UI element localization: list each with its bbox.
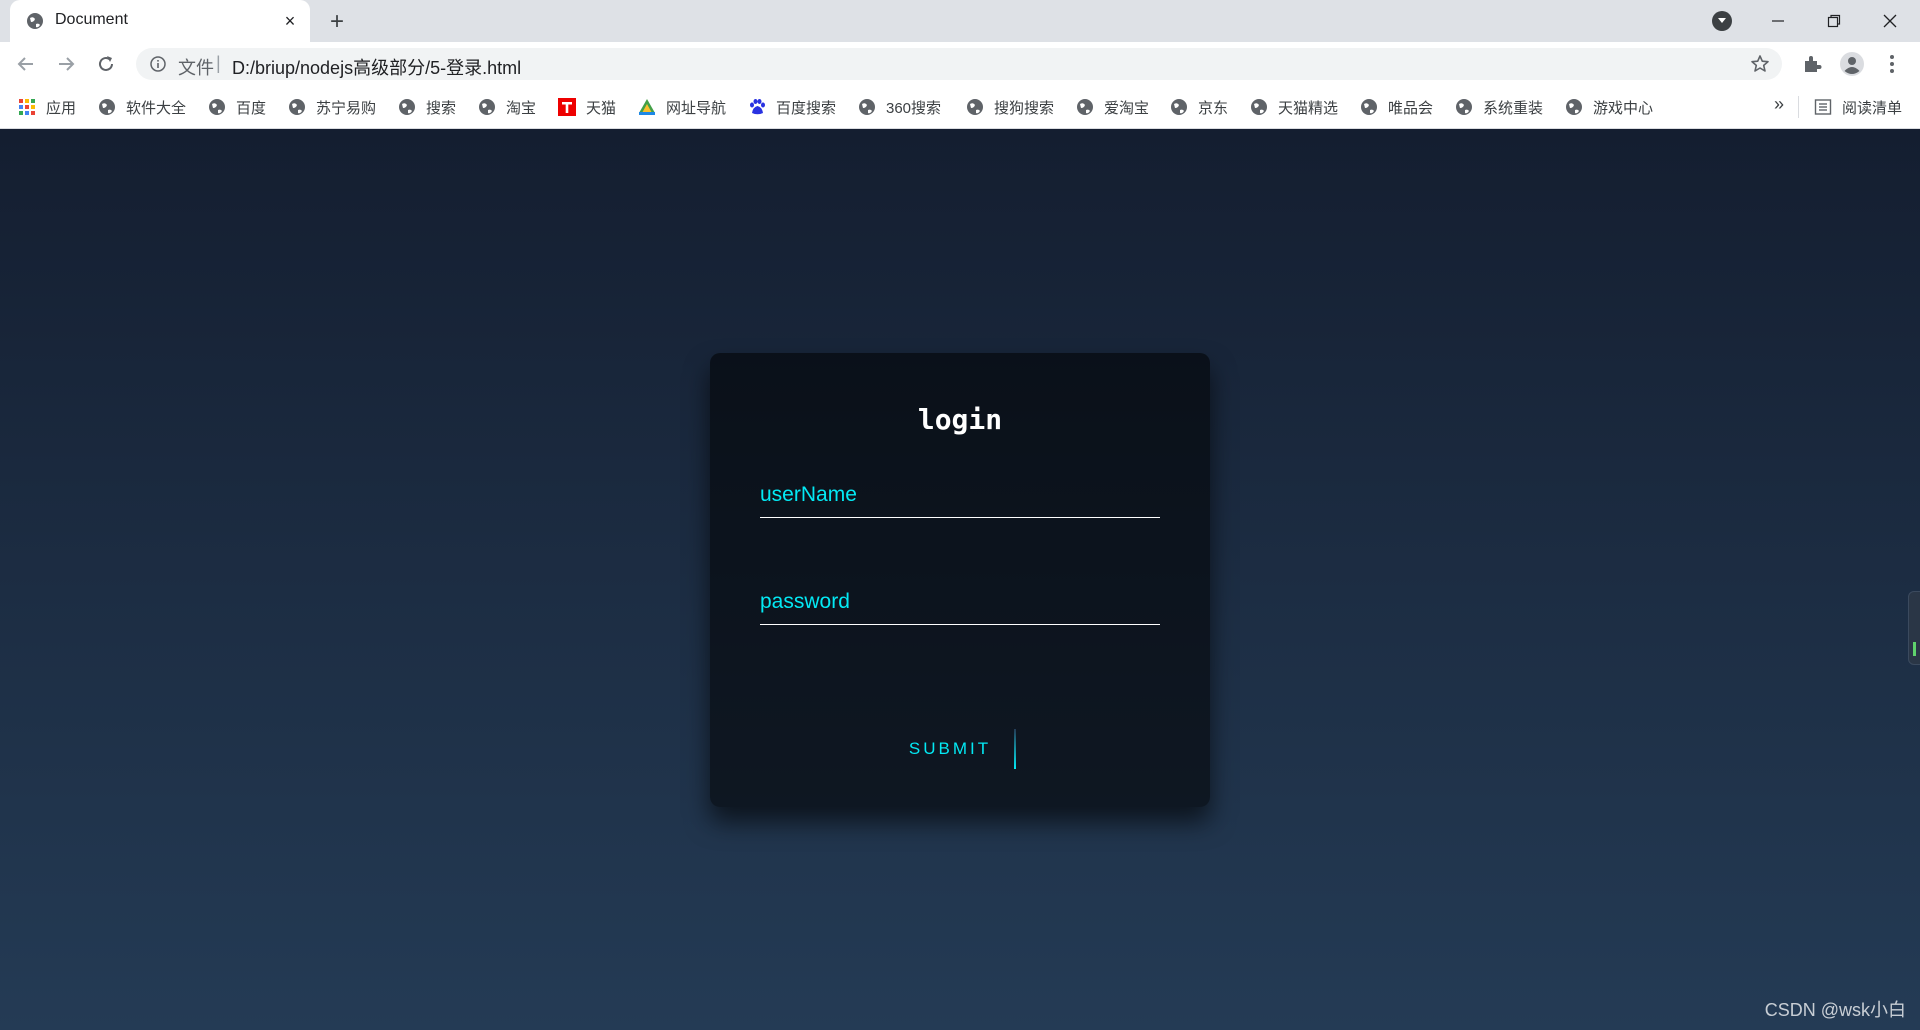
tab-search-icon[interactable] <box>1712 11 1732 31</box>
navigation-icon <box>639 99 655 115</box>
bookmark-apps[interactable]: 应用 <box>18 97 76 117</box>
reading-list-label: 阅读清单 <box>1842 99 1903 117</box>
bookmark-item[interactable]: 天猫精选 <box>1250 97 1338 117</box>
bookmark-label: 淘宝 <box>506 99 537 117</box>
restore-icon[interactable] <box>1808 0 1860 42</box>
bookmark-item[interactable]: 游戏中心 <box>1565 97 1653 117</box>
bookmark-item[interactable]: 网址导航 <box>638 97 726 117</box>
minimize-icon[interactable] <box>1752 0 1804 42</box>
bookmark-item[interactable]: 360搜索 <box>858 97 941 117</box>
username-label: userName <box>760 483 857 506</box>
bookmark-label: 软件大全 <box>126 99 187 117</box>
bookmark-label: 京东 <box>1198 99 1229 117</box>
address-bar[interactable]: 文件 | D:/briup/nodejs高级部分/5-登录.html <box>136 48 1782 80</box>
bookmark-star-icon[interactable] <box>1750 54 1770 74</box>
globe-icon <box>1456 99 1472 115</box>
watermark: CSDN @wsk小白 <box>1764 1000 1906 1020</box>
username-field[interactable]: userName <box>760 477 1160 518</box>
bookmark-item[interactable]: 搜索 <box>398 97 456 117</box>
file-scheme-label: 文件 <box>178 58 214 78</box>
bookmarks-divider <box>1798 96 1799 118</box>
bookmark-item[interactable]: 京东 <box>1170 97 1228 117</box>
close-window-icon[interactable] <box>1864 0 1916 42</box>
globe-icon <box>1361 99 1377 115</box>
globe-icon <box>399 99 415 115</box>
back-icon[interactable] <box>12 50 40 78</box>
forward-icon[interactable] <box>52 50 80 78</box>
bookmark-label: 苏宁易购 <box>316 99 377 117</box>
bookmark-item[interactable]: 百度搜索 <box>748 97 836 117</box>
bookmark-item[interactable]: 系统重装 <box>1455 97 1543 117</box>
bookmark-label: 百度搜索 <box>776 99 837 117</box>
bookmark-item[interactable]: 软件大全 <box>98 97 186 117</box>
reading-list-button[interactable]: 阅读清单 <box>1814 97 1902 117</box>
baidu-paw-icon <box>750 99 765 115</box>
bookmark-label: 百度 <box>236 99 267 117</box>
reload-icon[interactable] <box>92 50 120 78</box>
globe-icon <box>27 13 43 29</box>
tab-strip: Document × + <box>0 0 1920 42</box>
browser-toolbar: 文件 | D:/briup/nodejs高级部分/5-登录.html <box>0 42 1920 86</box>
bookmark-label: 系统重装 <box>1483 99 1544 117</box>
page-content: login userName password SUBMIT CSDN @wsk… <box>0 129 1920 1030</box>
info-icon[interactable] <box>150 56 166 72</box>
reading-list-icon <box>1814 99 1832 115</box>
side-widget[interactable] <box>1908 591 1920 665</box>
globe-icon <box>967 99 983 115</box>
password-label: password <box>760 590 850 613</box>
submit-label: SUBMIT <box>908 739 992 758</box>
submit-animated-border <box>1014 729 1016 769</box>
bookmark-label: 网址导航 <box>666 99 727 117</box>
bookmark-label: 天猫精选 <box>1278 99 1339 117</box>
tab-title: Document <box>55 11 128 28</box>
globe-icon <box>1077 99 1093 115</box>
login-title: login <box>917 403 1003 436</box>
globe-icon <box>859 99 875 115</box>
extensions-icon[interactable] <box>1800 52 1824 76</box>
bookmark-label: 游戏中心 <box>1593 99 1654 117</box>
bookmark-item[interactable]: 苏宁易购 <box>288 97 376 117</box>
globe-icon <box>479 99 495 115</box>
bookmark-item[interactable]: 唯品会 <box>1360 97 1433 117</box>
globe-icon <box>209 99 225 115</box>
bookmark-item[interactable]: 淘宝 <box>478 97 536 117</box>
bookmarks-bar: 应用 软件大全 百度 苏宁易购 搜索 淘宝 天猫 网址导航 百度搜索 360搜索… <box>0 86 1920 129</box>
bookmark-label: 天猫 <box>586 99 617 117</box>
new-tab-button[interactable]: + <box>324 8 350 35</box>
close-tab-icon[interactable]: × <box>280 11 300 31</box>
bookmark-label: 搜狗搜索 <box>994 99 1055 117</box>
bookmark-label: 应用 <box>46 99 77 117</box>
bookmark-item[interactable]: 天猫 <box>558 97 616 117</box>
tab-document[interactable]: Document × <box>10 0 310 42</box>
bookmark-item[interactable]: 爱淘宝 <box>1076 97 1149 117</box>
side-widget-indicator <box>1913 642 1916 656</box>
globe-icon <box>289 99 305 115</box>
bookmark-label: 搜索 <box>426 99 457 117</box>
bookmark-item[interactable]: 搜狗搜索 <box>966 97 1054 117</box>
url-separator: | <box>216 53 221 73</box>
apps-grid-icon <box>19 99 35 115</box>
bookmark-label: 360搜索 <box>886 99 942 117</box>
globe-icon <box>99 99 115 115</box>
tmall-icon <box>558 98 576 116</box>
submit-button[interactable]: SUBMIT <box>900 729 1016 769</box>
globe-icon <box>1251 99 1267 115</box>
globe-icon <box>1566 99 1582 115</box>
bookmark-label: 爱淘宝 <box>1104 99 1150 117</box>
password-field[interactable]: password <box>760 584 1160 625</box>
globe-icon <box>1171 99 1187 115</box>
url-text[interactable]: D:/briup/nodejs高级部分/5-登录.html <box>232 54 521 80</box>
profile-avatar-icon[interactable] <box>1840 52 1864 76</box>
bookmarks-overflow-button[interactable]: » <box>1774 94 1784 115</box>
bookmark-label: 唯品会 <box>1388 99 1434 117</box>
menu-kebab-icon[interactable] <box>1880 52 1904 76</box>
bookmark-item[interactable]: 百度 <box>208 97 266 117</box>
login-box: login userName password SUBMIT <box>710 353 1210 807</box>
